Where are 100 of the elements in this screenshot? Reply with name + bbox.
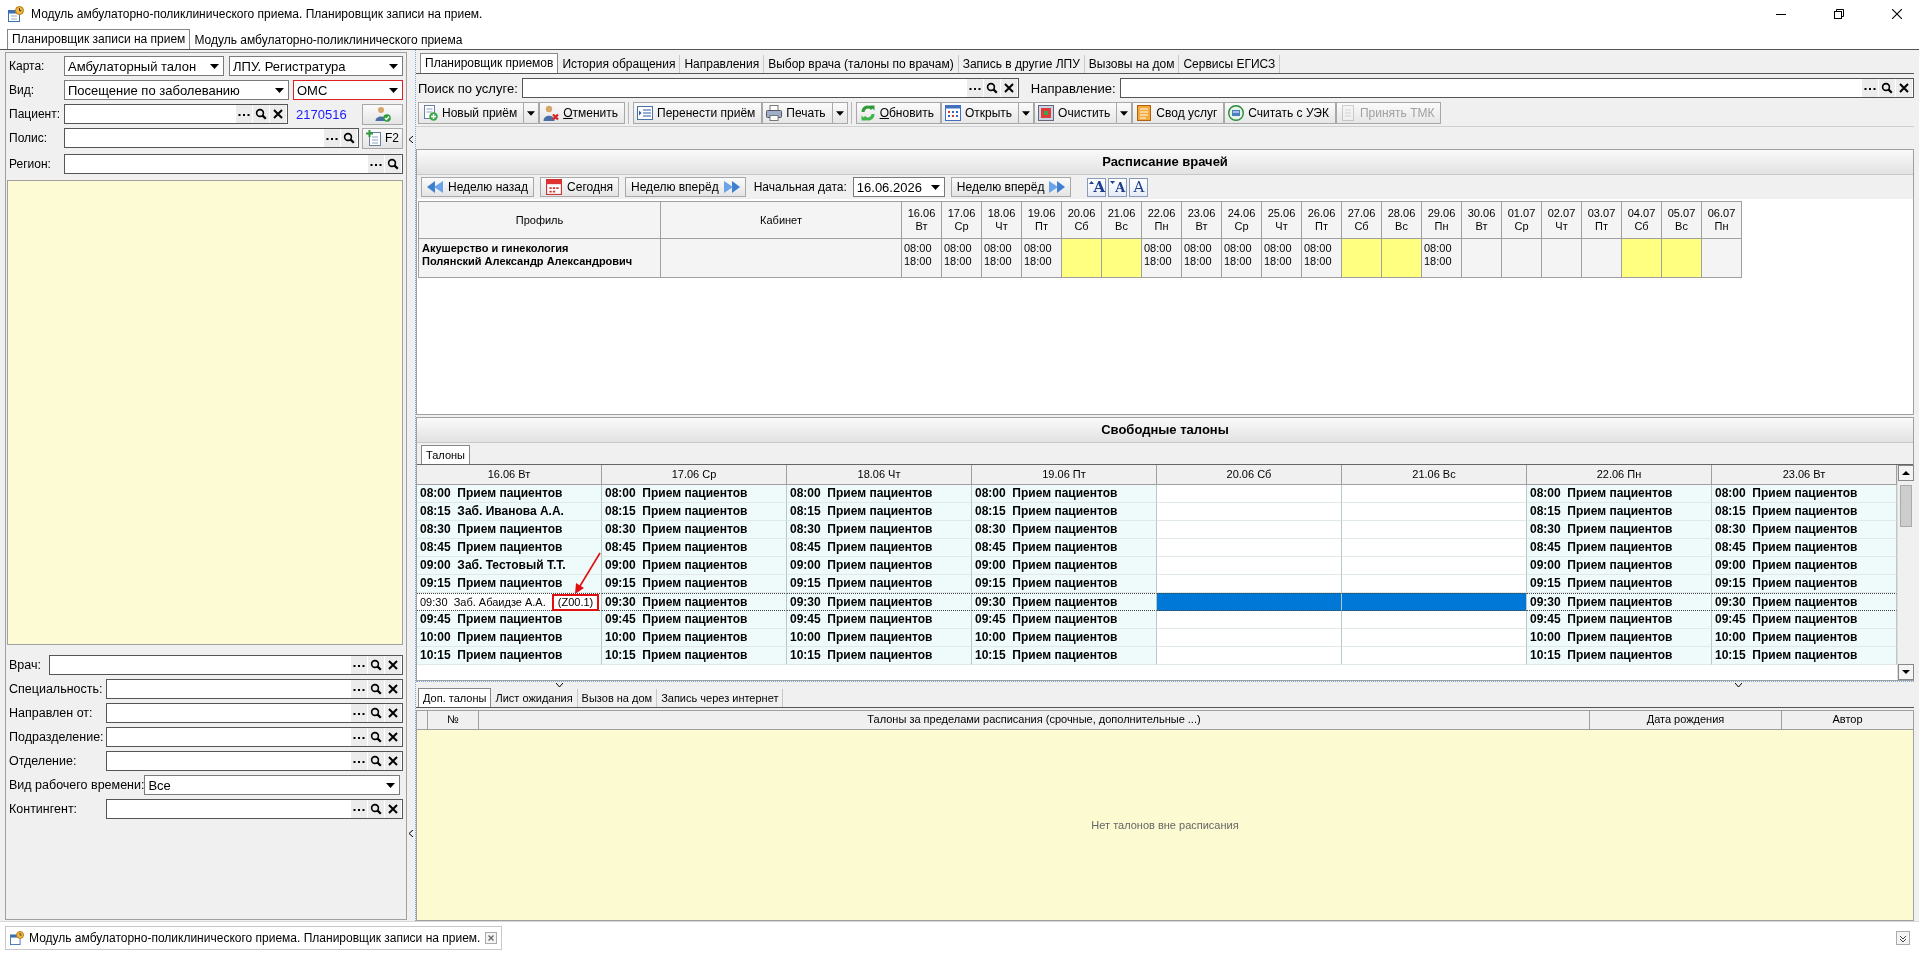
patient-field[interactable] — [64, 104, 288, 124]
tab[interactable]: Сервисы ЕГИСЗ — [1179, 55, 1281, 73]
referral-field[interactable] — [1119, 78, 1914, 98]
table-cell[interactable]: 09:15 Прием пациентов — [787, 575, 972, 593]
table-cell[interactable]: 09:00 Прием пациентов — [1712, 557, 1897, 575]
clear-icon[interactable] — [385, 656, 401, 674]
search-icon[interactable] — [368, 752, 384, 770]
tab[interactable]: Запись через интернет — [657, 689, 784, 707]
clear-icon[interactable] — [385, 728, 401, 746]
table-cell[interactable]: 08:00 18:00 — [1301, 238, 1342, 278]
dropdown-arrow-button[interactable] — [1117, 102, 1133, 124]
table-cell[interactable]: 08:30 Прием пациентов — [1527, 521, 1712, 539]
table-cell[interactable]: 09:00 Заб. Тестовый Т.Т. — [417, 557, 602, 575]
search-icon[interactable] — [368, 680, 384, 698]
dropdown[interactable]: Посещение по заболеванию — [64, 80, 289, 100]
table-cell[interactable]: 09:30 Прием пациентов — [1712, 593, 1897, 611]
table-cell[interactable]: 09:00 Прием пациентов — [972, 557, 1157, 575]
table-cell[interactable]: 08:45 Прием пациентов — [1712, 539, 1897, 557]
table-cell[interactable]: 10:00 Прием пациентов — [417, 629, 602, 647]
table-cell[interactable]: 09:15 Прием пациентов — [1712, 575, 1897, 593]
table-cell[interactable]: 08:15 Прием пациентов — [1712, 503, 1897, 521]
table-cell[interactable]: 08:00 Прием пациентов — [1527, 485, 1712, 503]
more-icon[interactable] — [351, 752, 367, 770]
tab[interactable]: История обращения — [558, 55, 681, 73]
table-cell[interactable]: 08:45 Прием пациентов — [972, 539, 1157, 557]
search-icon[interactable] — [983, 79, 1000, 97]
table-cell[interactable]: 09:45 Прием пациентов — [417, 611, 602, 629]
lookup-field[interactable] — [106, 727, 403, 747]
table-cell[interactable]: 10:15 Прием пациентов — [787, 647, 972, 665]
table-cell[interactable]: 08:00 18:00 — [1221, 238, 1262, 278]
table-cell[interactable]: 10:15 Прием пациентов — [1712, 647, 1897, 665]
scrollbar-thumb[interactable] — [1900, 485, 1912, 527]
tab[interactable]: Запись в другие ЛПУ — [958, 55, 1085, 73]
search-icon[interactable] — [368, 704, 384, 722]
tab[interactable]: Выбор врача (талоны по врачам) — [764, 55, 959, 73]
table-cell[interactable]: 08:15 Прием пациентов — [602, 503, 787, 521]
more-icon[interactable] — [1862, 79, 1878, 97]
lookup-field[interactable] — [106, 703, 403, 723]
table-cell[interactable] — [1461, 238, 1502, 278]
font-size-button[interactable]: A — [1087, 177, 1107, 197]
dropdown[interactable]: ОМС — [293, 80, 403, 100]
table-cell[interactable]: 08:15 Заб. Иванова А.А. — [417, 503, 602, 521]
day-off-cell[interactable] — [1661, 238, 1702, 278]
caret-down-icon[interactable] — [1735, 683, 1742, 687]
dropdown[interactable]: Амбулаторный талон — [64, 56, 224, 76]
patient-id-link[interactable]: 2170516 — [296, 106, 347, 122]
dropdown-arrow-button[interactable] — [524, 102, 540, 124]
toolbar-button[interactable]: Печать — [762, 102, 833, 124]
tab[interactable]: Вызовы на дом — [1084, 55, 1180, 73]
more-icon[interactable] — [351, 656, 367, 674]
toolbar-button[interactable]: Свод услуг — [1132, 102, 1225, 124]
search-icon[interactable] — [1879, 79, 1895, 97]
table-cell[interactable]: 08:00 18:00 — [1421, 238, 1462, 278]
day-off-cell[interactable] — [1621, 238, 1662, 278]
search-icon[interactable] — [341, 129, 357, 147]
day-off-cell[interactable] — [1061, 238, 1102, 278]
table-cell[interactable]: 08:15 Прием пациентов — [1527, 503, 1712, 521]
table-cell[interactable]: 08:30 Прием пациентов — [1712, 521, 1897, 539]
table-cell[interactable]: 08:45 Прием пациентов — [1527, 539, 1712, 557]
module-tab[interactable]: Планировщик записи на прием — [7, 29, 191, 49]
search-icon[interactable] — [368, 800, 384, 818]
policy-field[interactable] — [64, 128, 359, 148]
more-icon[interactable] — [324, 129, 340, 147]
table-cell[interactable]: 08:00 18:00 — [1261, 238, 1302, 278]
table-cell[interactable]: 09:00 Прием пациентов — [602, 557, 787, 575]
more-icon[interactable] — [966, 79, 983, 97]
more-icon[interactable] — [351, 680, 367, 698]
table-cell[interactable]: 08:00 18:00 — [901, 238, 942, 278]
chevron-down-icon[interactable] — [1896, 931, 1910, 945]
table-cell[interactable]: 09:00 Прием пациентов — [787, 557, 972, 575]
table-cell[interactable]: 08:45 Прием пациентов — [602, 539, 787, 557]
table-cell[interactable]: 08:00 Прием пациентов — [972, 485, 1157, 503]
toolbar-button[interactable]: Отменить — [539, 102, 626, 124]
toolbar-button[interactable]: Перенести приём — [633, 102, 763, 124]
table-cell[interactable]: 09:15 Прием пациентов — [972, 575, 1157, 593]
collapse-icon[interactable] — [409, 830, 413, 837]
day-off-cell[interactable] — [1341, 238, 1382, 278]
week-back-button[interactable]: Неделю назад — [421, 177, 535, 197]
date-dropdown[interactable]: 16.06.2026 — [852, 177, 945, 197]
font-size-button[interactable]: A — [1129, 177, 1149, 197]
table-cell[interactable]: 10:15 Прием пациентов — [972, 647, 1157, 665]
toolbar-button[interactable]: Считать с УЭК — [1224, 102, 1336, 124]
table-cell[interactable]: 09:45 Прием пациентов — [1527, 611, 1712, 629]
table-cell[interactable] — [1501, 238, 1542, 278]
clear-icon[interactable] — [385, 680, 401, 698]
table-cell[interactable]: 09:30 Прием пациентов — [1527, 593, 1712, 611]
table-cell[interactable]: 10:15 Прием пациентов — [417, 647, 602, 665]
table-cell[interactable]: 08:30 Прием пациентов — [417, 521, 602, 539]
toolbar-button[interactable]: Обновить — [855, 102, 941, 124]
table-cell[interactable]: 09:30 Заб. Абаидзе А.А. (Z00.1) — [417, 593, 602, 611]
more-icon[interactable] — [351, 800, 367, 818]
caret-down-icon[interactable] — [556, 683, 563, 687]
clear-icon[interactable] — [385, 752, 401, 770]
more-icon[interactable] — [236, 105, 252, 123]
scroll-down-icon[interactable] — [1898, 664, 1914, 680]
table-cell[interactable]: 09:45 Прием пациентов — [602, 611, 787, 629]
clear-icon[interactable] — [385, 800, 401, 818]
region-field[interactable] — [64, 154, 403, 174]
table-cell[interactable] — [1581, 238, 1622, 278]
collapse-icon[interactable] — [409, 136, 413, 143]
